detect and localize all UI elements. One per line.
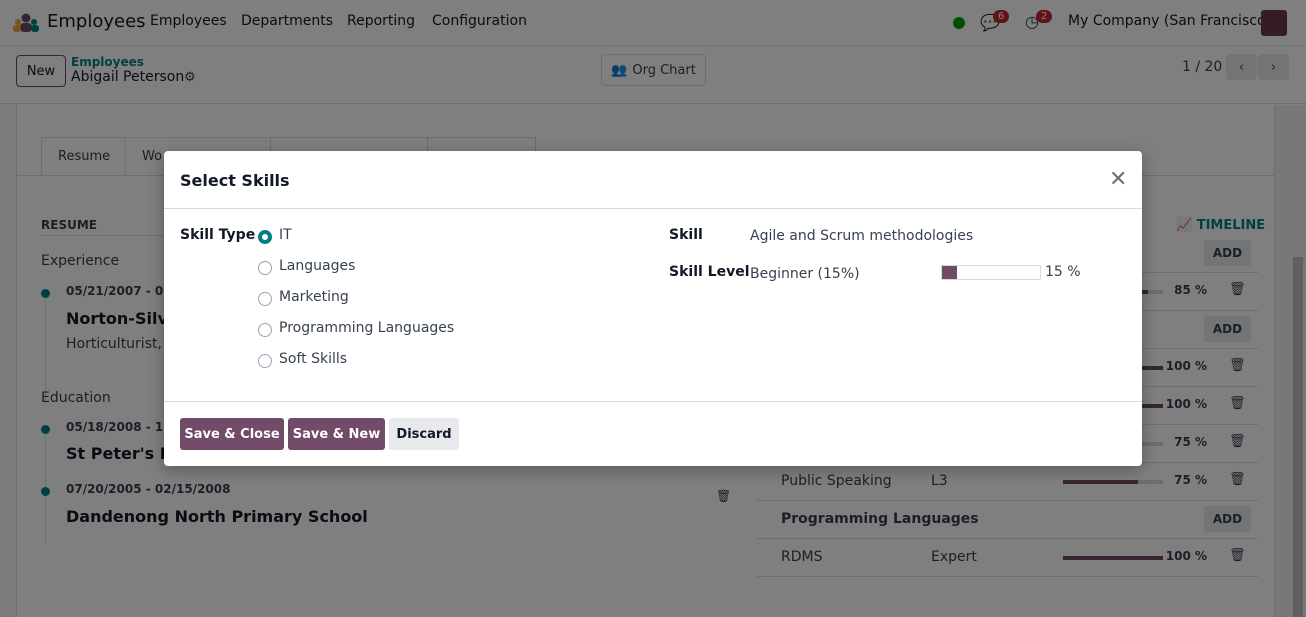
skill-type-radio[interactable] bbox=[258, 230, 272, 244]
skill-type-label: Skill Type bbox=[180, 227, 256, 243]
select-skills-dialog: Select Skills ✕ Skill Type IT Languages Ma… bbox=[164, 151, 1142, 466]
skill-type-option-label[interactable]: IT bbox=[279, 227, 292, 243]
skill-field[interactable]: Agile and Scrum methodologies bbox=[750, 228, 973, 244]
discard-button[interactable]: Discard bbox=[389, 418, 459, 450]
skill-level-label: Skill Level bbox=[669, 264, 750, 280]
skill-type-option-label[interactable]: Programming Languages bbox=[279, 320, 454, 336]
save-new-button[interactable]: Save & New bbox=[288, 418, 385, 450]
skill-type-option-label[interactable]: Soft Skills bbox=[279, 351, 347, 367]
skill-type-radio[interactable] bbox=[258, 261, 272, 275]
skill-type-option-label[interactable]: Languages bbox=[279, 258, 355, 274]
skill-type-radio[interactable] bbox=[258, 323, 272, 337]
divider bbox=[164, 401, 1142, 402]
skill-level-field[interactable]: Beginner (15%) bbox=[750, 266, 860, 282]
skill-type-option-label[interactable]: Marketing bbox=[279, 289, 349, 305]
skill-level-progress-bar bbox=[941, 265, 1041, 280]
save-close-button[interactable]: Save & Close bbox=[180, 418, 284, 450]
divider bbox=[164, 208, 1142, 209]
skill-type-radio[interactable] bbox=[258, 292, 272, 306]
skill-type-radio[interactable] bbox=[258, 354, 272, 368]
skill-label: Skill bbox=[669, 227, 703, 243]
close-icon[interactable]: ✕ bbox=[1109, 167, 1127, 192]
dialog-title: Select Skills bbox=[180, 171, 290, 190]
skill-level-percent: 15 % bbox=[1045, 264, 1081, 280]
